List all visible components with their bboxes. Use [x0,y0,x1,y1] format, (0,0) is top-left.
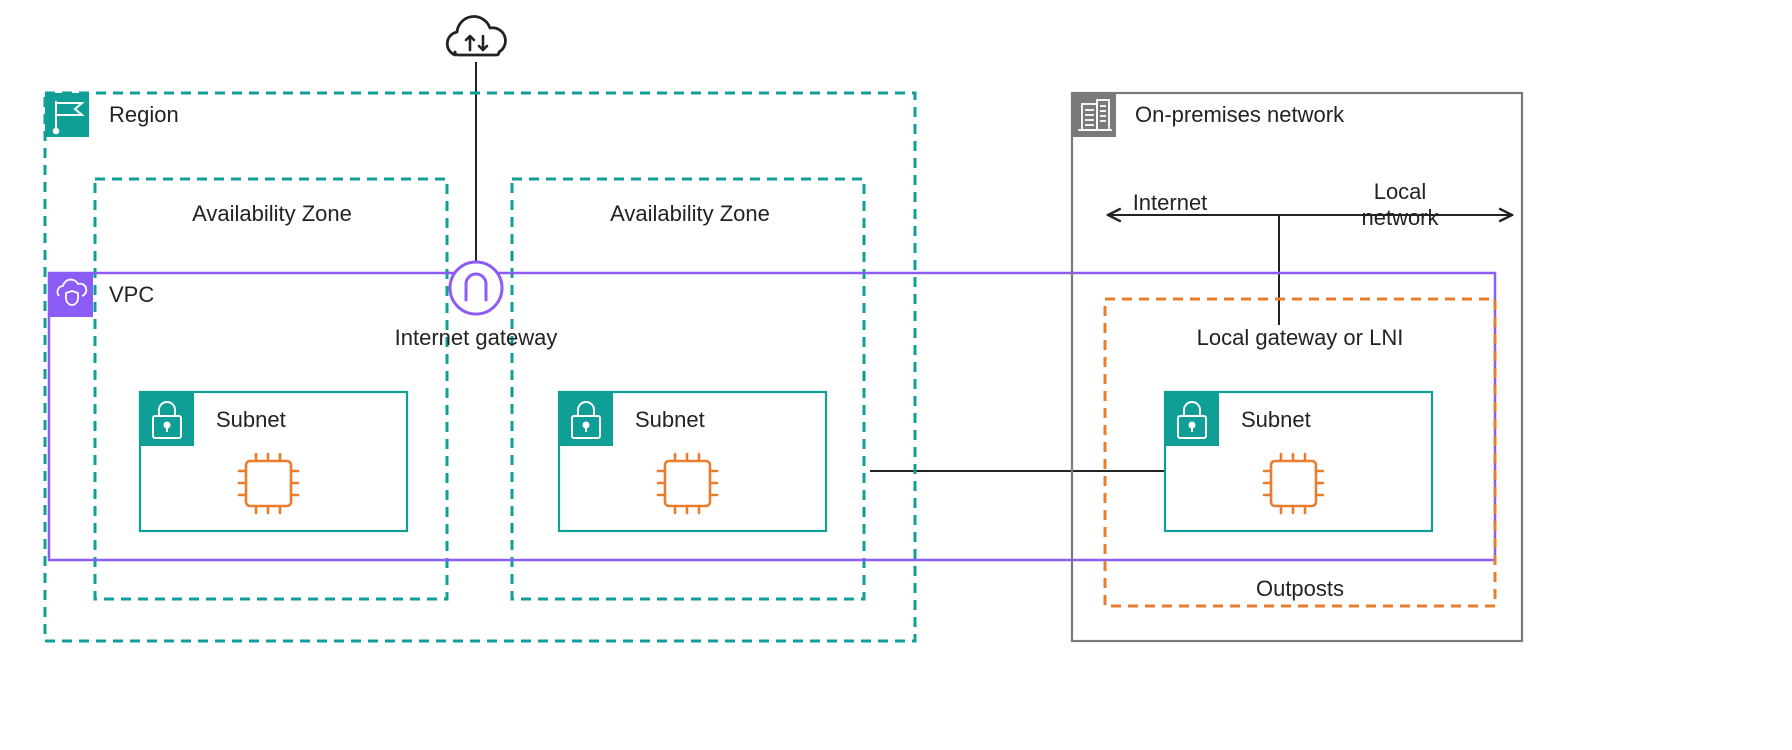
subnet1-label: Subnet [216,407,286,432]
az1-label: Availability Zone [192,201,352,226]
subnet3-label: Subnet [1241,407,1311,432]
internet-label: Internet [1133,190,1208,215]
architecture-diagram: Region Availability Zone Availability Zo… [0,0,1792,750]
cloud-icon [447,17,505,55]
region-label: Region [109,102,179,127]
lgw-label: Local gateway or LNI [1197,325,1404,350]
outposts-label: Outposts [1256,576,1344,601]
igw-circle [450,262,502,314]
az2-label: Availability Zone [610,201,770,226]
igw-label: Internet gateway [395,325,558,350]
subnet2-label: Subnet [635,407,705,432]
vpc-label: VPC [109,282,154,307]
localnet-label2: network [1361,205,1439,230]
az2-box [512,179,864,599]
onprem-label: On-premises network [1135,102,1345,127]
localnet-label1: Local [1374,179,1427,204]
az1-box [95,179,447,599]
